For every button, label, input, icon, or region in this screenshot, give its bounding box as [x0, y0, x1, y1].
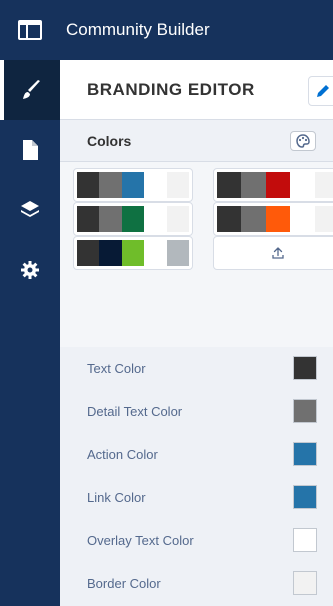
settings-icon: [21, 261, 39, 279]
palette-chip: [144, 240, 167, 266]
upload-palette-button[interactable]: [213, 236, 333, 270]
panel-header: BRANDING EDITOR: [60, 60, 333, 120]
palette-option[interactable]: [73, 236, 193, 270]
palette-chip: [77, 206, 100, 232]
pencil-icon: [317, 85, 329, 97]
color-setting-row[interactable]: Text Color: [60, 347, 333, 390]
rail-item-settings[interactable]: [0, 240, 60, 300]
palette-chip: [166, 206, 190, 232]
color-setting-row[interactable]: Detail Text Color: [60, 390, 333, 433]
palette-chip: [290, 206, 315, 232]
color-setting-row[interactable]: Action Color: [60, 433, 333, 476]
color-setting-label: Border Color: [87, 576, 161, 591]
branding-editor-panel: BRANDING EDITOR Colors Text Color Detail…: [60, 60, 333, 606]
palette-chip: [217, 206, 242, 232]
color-setting-label: Text Color: [87, 361, 146, 376]
palette-chip: [166, 240, 190, 266]
rail-item-components[interactable]: [0, 180, 60, 240]
app-title: Community Builder: [66, 20, 210, 39]
color-swatch[interactable]: [293, 528, 317, 552]
palette-chip: [290, 172, 315, 198]
palette-chip: [265, 206, 291, 232]
palette-option[interactable]: [213, 168, 333, 202]
palette-option[interactable]: [213, 202, 333, 236]
palette-chip: [99, 206, 122, 232]
color-setting-row[interactable]: Border Color: [60, 562, 333, 605]
color-setting-label: Detail Text Color: [87, 404, 183, 419]
page-icon: [23, 140, 38, 160]
palette-chip: [99, 172, 122, 198]
upload-icon: [272, 247, 284, 259]
palette-chip: [314, 172, 333, 198]
rail-item-pages[interactable]: [0, 120, 60, 180]
app-launcher-icon[interactable]: [0, 0, 60, 60]
panel-title: BRANDING EDITOR: [87, 80, 255, 99]
color-swatch[interactable]: [293, 442, 317, 466]
top-bar: Community Builder: [0, 0, 333, 60]
color-swatch[interactable]: [293, 399, 317, 423]
palette-chip: [241, 172, 266, 198]
color-swatch[interactable]: [293, 356, 317, 380]
side-rail: [0, 60, 60, 606]
palette-chip: [265, 172, 291, 198]
palette-option[interactable]: [73, 202, 193, 236]
brush-icon: [23, 80, 40, 99]
edit-button[interactable]: [308, 76, 333, 106]
color-setting-label: Link Color: [87, 490, 146, 505]
palette-chip: [121, 206, 145, 232]
color-setting-label: Action Color: [87, 447, 158, 462]
palette-chip: [241, 206, 266, 232]
color-setting-row[interactable]: Link Color: [60, 476, 333, 519]
palette-chip: [77, 240, 100, 266]
palette-chip: [99, 240, 122, 266]
palette-chip: [77, 172, 100, 198]
layers-icon: [21, 201, 39, 217]
colors-header: Colors: [60, 120, 333, 162]
palette-chip: [121, 172, 145, 198]
color-setting-label: Overlay Text Color: [87, 533, 194, 548]
color-swatch[interactable]: [293, 571, 317, 595]
palette-option[interactable]: [73, 168, 193, 202]
color-settings-list: Text Color Detail Text Color Action Colo…: [60, 347, 333, 606]
color-swatch[interactable]: [293, 485, 317, 509]
palette-chip: [144, 206, 167, 232]
palette-chip: [217, 172, 242, 198]
colors-title: Colors: [87, 133, 132, 149]
rail-item-branding[interactable]: [0, 60, 60, 120]
color-setting-row[interactable]: Overlay Text Color: [60, 519, 333, 562]
palette-chip: [144, 172, 167, 198]
palette-button[interactable]: [290, 131, 316, 151]
palette-chip: [121, 240, 145, 266]
palette-chip: [314, 206, 333, 232]
palette-chip: [166, 172, 190, 198]
palette-icon: [296, 134, 310, 148]
